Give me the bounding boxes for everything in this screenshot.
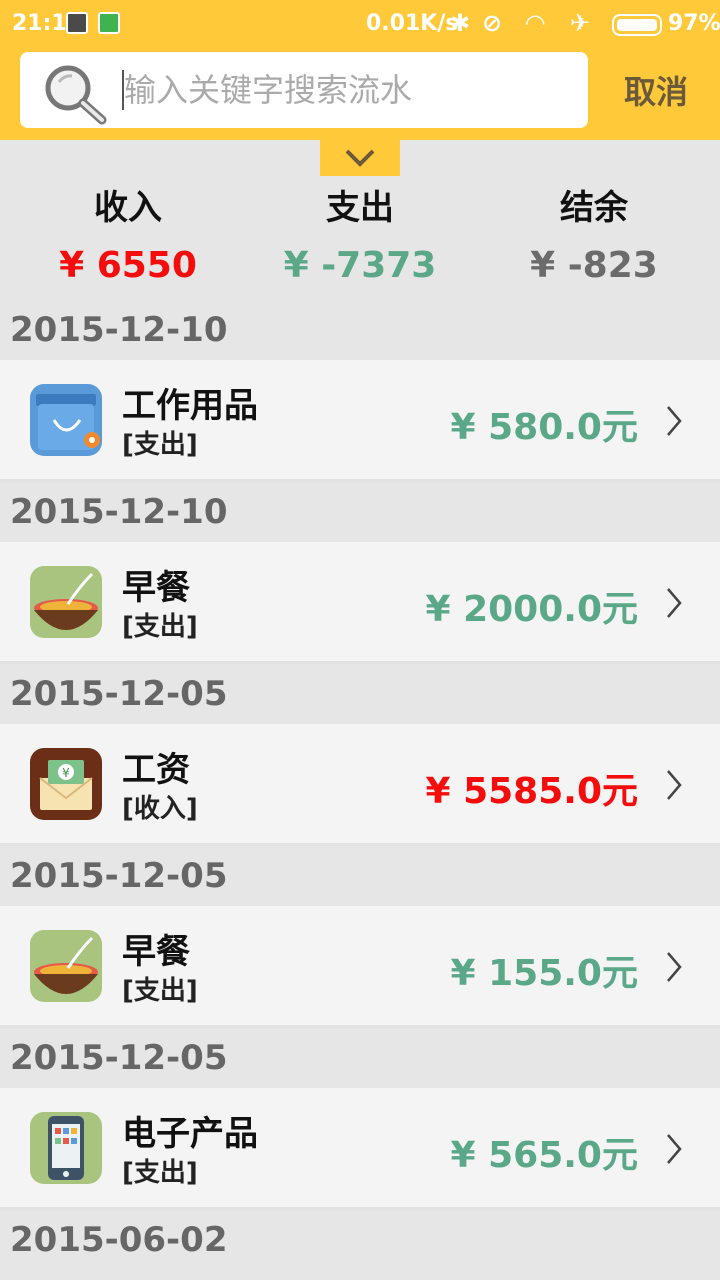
- battery-icon: [612, 14, 662, 36]
- date-header: 2015-12-05: [0, 1028, 720, 1088]
- list-item[interactable]: 早餐 [支出] ¥ 2000.0元: [0, 542, 720, 664]
- date-header: 2015-12-05: [0, 664, 720, 724]
- summary-panel: 收入 ¥ 6550 支出 ¥ -7373 结余 ¥ -823: [0, 176, 720, 300]
- record-title: 工资: [122, 750, 190, 790]
- record-amount: ¥ 580.0元: [450, 407, 638, 448]
- expense-value: ¥ -7373: [283, 245, 437, 286]
- battery-percent: 97%: [668, 11, 720, 36]
- date-header: 2015-12-05: [0, 846, 720, 906]
- status-bar: 21:11 0.01K/s ✱ ⊘ ◠ ✈ 97%: [0, 0, 720, 48]
- search-icon: [45, 65, 107, 125]
- record-type: [支出]: [122, 976, 198, 1006]
- camera-icon: [98, 12, 120, 34]
- record-amount: ¥ 155.0元: [450, 953, 638, 994]
- airplane-icon: ✈: [570, 9, 591, 37]
- search-header: 取消: [0, 48, 720, 140]
- chevron-right-icon: [667, 406, 682, 436]
- collapse-toggle[interactable]: [320, 140, 400, 176]
- record-type: [收入]: [122, 794, 198, 824]
- list-item[interactable]: ¥ 工资 [收入] ¥ 5585.0元: [0, 724, 720, 846]
- income-value: ¥ 6550: [59, 245, 197, 286]
- search-input[interactable]: [124, 60, 574, 120]
- phone-icon: [30, 1112, 102, 1184]
- record-type: [支出]: [122, 612, 198, 642]
- record-amount: ¥ 5585.0元: [425, 771, 638, 812]
- balance-summary: 结余 ¥ -823: [474, 176, 714, 292]
- expense-summary: 支出 ¥ -7373: [240, 176, 480, 292]
- food-bowl-icon: [30, 930, 102, 1002]
- record-type: [支出]: [122, 430, 198, 460]
- date-header: 2015-12-10: [0, 482, 720, 542]
- list-item[interactable]: 工作用品 [支出] ¥ 580.0元: [0, 360, 720, 482]
- record-title: 工作用品: [122, 386, 258, 426]
- vibrate-off-icon: ⊘: [482, 9, 503, 37]
- balance-label: 结余: [560, 188, 628, 228]
- bluetooth-icon: ✱: [450, 9, 471, 37]
- screenshot-icon: [66, 12, 88, 34]
- search-box[interactable]: [20, 52, 588, 128]
- chevron-right-icon: [667, 952, 682, 982]
- date-header: 2015-12-10: [0, 300, 720, 360]
- list-item[interactable]: 电子产品 [支出] ¥ 565.0元: [0, 1088, 720, 1210]
- salary-envelope-icon: ¥: [30, 748, 102, 820]
- list-item[interactable]: 早餐 [支出] ¥ 155.0元: [0, 906, 720, 1028]
- chevron-right-icon: [667, 588, 682, 618]
- chevron-down-icon: [345, 149, 375, 167]
- expense-label: 支出: [326, 188, 394, 228]
- record-title: 早餐: [122, 932, 190, 972]
- income-summary: 收入 ¥ 6550: [8, 176, 248, 292]
- record-title: 电子产品: [122, 1114, 258, 1154]
- record-amount: ¥ 2000.0元: [425, 589, 638, 630]
- chevron-right-icon: [667, 1134, 682, 1164]
- income-label: 收入: [94, 188, 162, 228]
- record-amount: ¥ 565.0元: [450, 1135, 638, 1176]
- record-title: 早餐: [122, 568, 190, 608]
- date-header: 2015-06-02: [0, 1210, 720, 1270]
- shopping-bag-icon: [30, 384, 102, 456]
- chevron-right-icon: [667, 770, 682, 800]
- food-bowl-icon: [30, 566, 102, 638]
- balance-value: ¥ -823: [530, 245, 658, 286]
- transaction-list[interactable]: 2015-12-10 工作用品 [支出] ¥ 580.0元 2015-12-10: [0, 300, 720, 1270]
- wifi-icon: ◠: [526, 9, 545, 37]
- cancel-button[interactable]: 取消: [606, 62, 706, 118]
- record-type: [支出]: [122, 1158, 198, 1188]
- svg-text:¥: ¥: [62, 766, 70, 780]
- net-speed: 0.01K/s: [366, 11, 459, 36]
